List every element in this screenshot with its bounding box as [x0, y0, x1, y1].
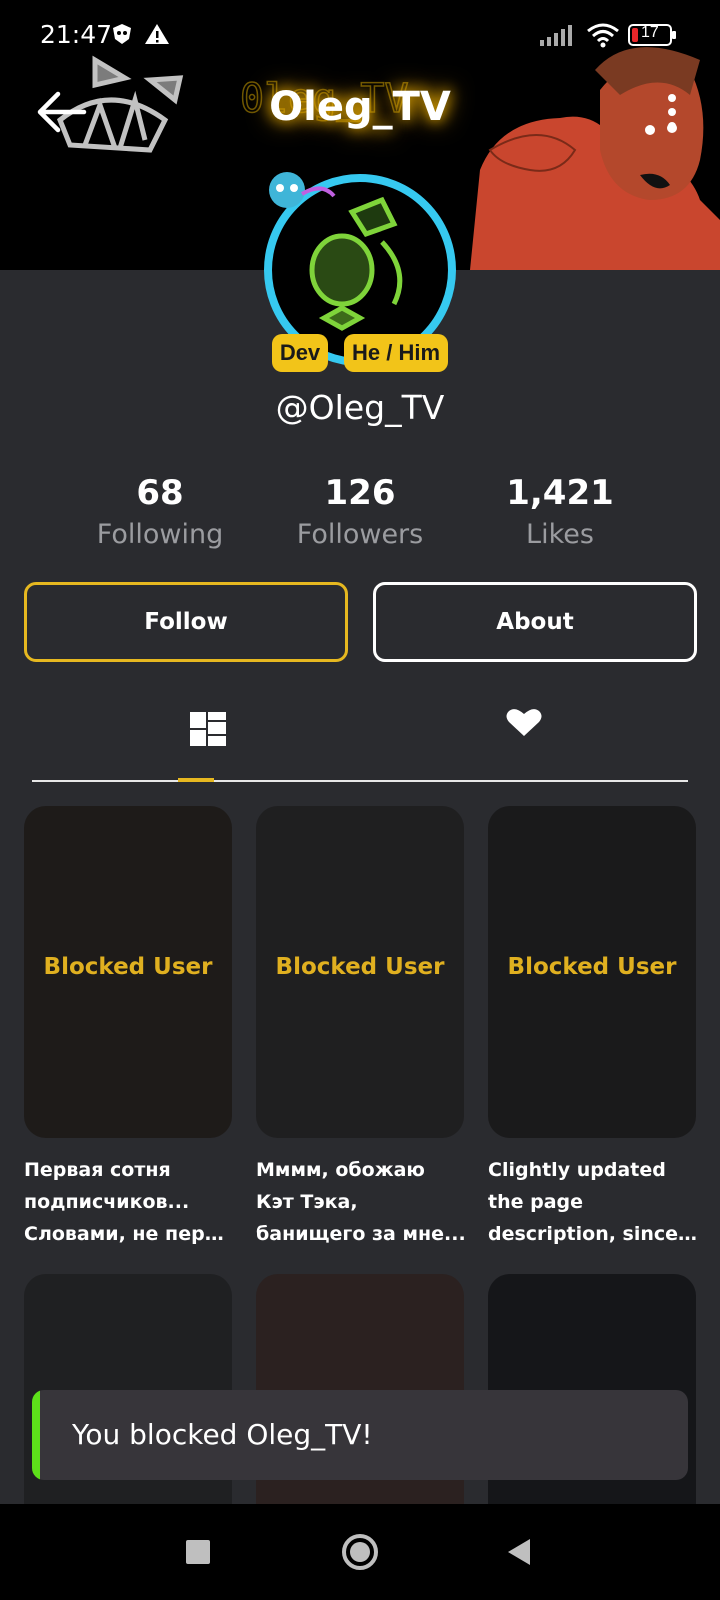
- caption-line: Первая сотня: [24, 1159, 171, 1181]
- recents-button[interactable]: [172, 1526, 224, 1578]
- caption-line: Кэт Тэка,: [256, 1191, 358, 1213]
- post-caption: Первая сотня подписчиков... Словами, не …: [24, 1154, 236, 1250]
- stat-followers[interactable]: 126 Followers: [260, 470, 460, 554]
- blocked-user-label: Blocked User: [507, 954, 677, 980]
- circle-icon: [342, 1534, 378, 1570]
- shield-icon: [113, 24, 131, 44]
- heart-icon: [506, 709, 542, 736]
- system-nav-bar: [0, 1504, 720, 1600]
- signal-icon: [540, 25, 572, 46]
- stat-value: 1,421: [506, 473, 614, 513]
- stat-label: Likes: [526, 519, 594, 550]
- toast-notification: You blocked Oleg_TV!: [32, 1390, 688, 1480]
- toast-message: You blocked Oleg_TV!: [72, 1418, 373, 1451]
- stat-likes: 1,421 Likes: [460, 470, 660, 554]
- toast-accent: [32, 1390, 40, 1480]
- stat-value: 68: [136, 473, 184, 513]
- caption-line: Мммм, обожаю: [256, 1159, 425, 1181]
- post-caption: Clightly updated the page description, s…: [488, 1154, 700, 1250]
- blocked-user-label: Blocked User: [43, 954, 213, 980]
- warning-icon: [145, 24, 169, 44]
- stat-value: 126: [324, 473, 396, 513]
- caption-line: подписчиков...: [24, 1191, 190, 1213]
- tab-indicator: [178, 778, 214, 782]
- caption-line: the page: [488, 1191, 584, 1213]
- content-tabs: [32, 690, 688, 782]
- username: @Oleg_TV: [275, 388, 445, 427]
- status-time: 21:47: [40, 20, 113, 49]
- dev-badge: Dev: [272, 334, 328, 372]
- about-button[interactable]: About: [373, 582, 697, 662]
- home-button[interactable]: [334, 1526, 386, 1578]
- more-options-button[interactable]: [652, 90, 692, 134]
- caption-line: description, since ...: [488, 1223, 700, 1245]
- more-vertical-icon: [668, 94, 676, 130]
- post-caption: Мммм, обожаю Кэт Тэка, банищего за мне..…: [256, 1154, 468, 1250]
- stat-label: Followers: [296, 519, 424, 550]
- stat-label: Following: [96, 519, 224, 550]
- back-nav-button[interactable]: [494, 1526, 546, 1578]
- follow-button[interactable]: Follow: [24, 582, 348, 662]
- page-title: Oleg_TV: [269, 84, 451, 130]
- post-card[interactable]: Blocked User: [24, 806, 232, 1138]
- caption-line: Словами, не пере...: [24, 1223, 236, 1245]
- pronoun-badge: He / Him: [344, 334, 448, 372]
- square-icon: [186, 1540, 210, 1564]
- triangle-back-icon: [508, 1539, 530, 1565]
- grid-icon: [190, 712, 226, 746]
- tab-posts[interactable]: [178, 690, 238, 782]
- caption-line: банищего за мне...: [256, 1223, 466, 1245]
- status-bar: 21:47 17: [0, 0, 720, 70]
- wifi-icon: [587, 23, 619, 48]
- battery-icon: 17: [628, 24, 676, 46]
- blocked-user-label: Blocked User: [275, 954, 445, 980]
- post-card[interactable]: Blocked User: [488, 806, 696, 1138]
- post-card[interactable]: Blocked User: [256, 806, 464, 1138]
- battery-level: 17: [641, 24, 659, 41]
- stat-following[interactable]: 68 Following: [60, 470, 260, 554]
- caption-line: Clightly updated: [488, 1159, 666, 1181]
- tab-liked[interactable]: [494, 690, 554, 782]
